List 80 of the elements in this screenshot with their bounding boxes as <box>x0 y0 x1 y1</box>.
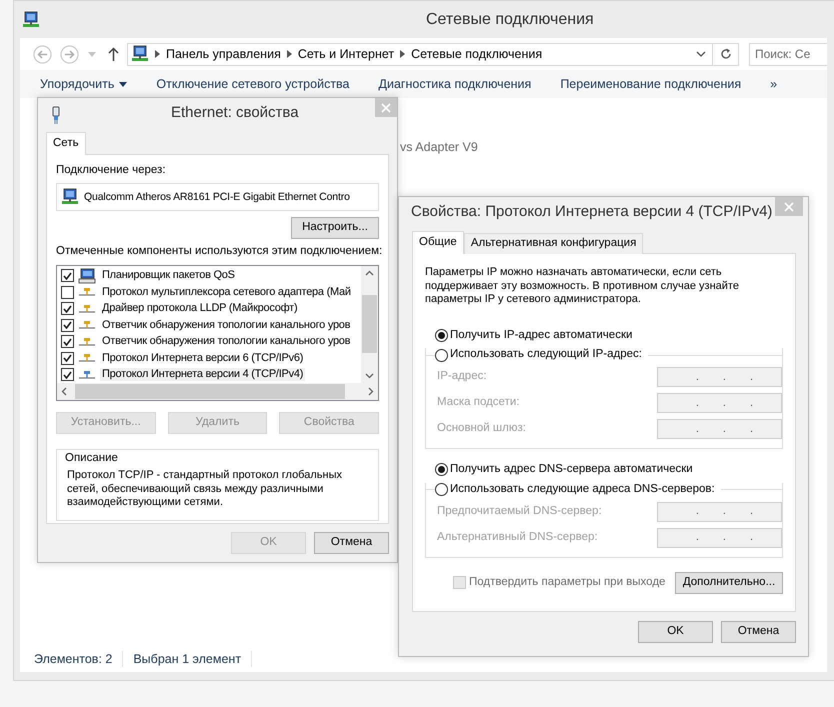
radio-label[interactable]: Получить IP-адрес автоматически <box>450 328 632 342</box>
toolbar-button[interactable]: Отключение сетевого устройства <box>156 76 350 92</box>
field-label: Предпочитаемый DNS-сервер: <box>437 504 603 519</box>
tab[interactable]: Сеть <box>46 132 86 155</box>
search-field[interactable]: Поиск: Се <box>749 42 827 66</box>
window-title: Сетевые подключения <box>426 10 594 30</box>
component-item[interactable]: Ответчик обнаружения топологии канального уров <box>100 318 352 332</box>
breadcrumb[interactable]: Сетевые подключения <box>411 46 542 62</box>
dialog-title: Ethernet: свойства <box>171 104 299 122</box>
forward-icon <box>60 44 79 64</box>
network-folder-icon <box>131 45 149 63</box>
component-item[interactable]: Драйвер протокола LLDP (Майкрософт) <box>100 302 300 316</box>
dialog-button[interactable]: Отмена <box>721 621 796 643</box>
check-icon <box>63 272 72 280</box>
network-folder-icon <box>22 10 40 28</box>
field-label: Альтернативный DNS-сервер: <box>437 530 599 545</box>
intro-text: Параметры IP можно назначать автоматически, если сеть поддерживает эту возможность. В противном случае узнайте параметры IP у сетевого администратора. <box>425 266 740 306</box>
field-label: Подключение через: <box>56 164 167 178</box>
checkbox[interactable] <box>61 302 74 316</box>
plug-icon <box>51 106 61 124</box>
scroll-left-icon <box>61 386 67 396</box>
up-arrow-icon[interactable] <box>108 47 119 61</box>
caret-icon <box>119 82 128 86</box>
dialog-button[interactable]: Настроить... <box>291 216 379 239</box>
computer-icon <box>78 268 96 284</box>
tab[interactable]: Общие <box>412 231 464 254</box>
refresh-icon <box>720 48 732 60</box>
component-item[interactable]: Протокол мультиплексора сетевого адаптера (Май <box>100 286 353 299</box>
radio-label[interactable]: Использовать следующий IP-адрес: <box>450 348 642 362</box>
item-label[interactable]: vs Adapter V9 <box>400 140 478 154</box>
component-item[interactable]: Протокол Интернета версии 6 (TCP/IPv6) <box>100 352 306 365</box>
checkbox[interactable] <box>61 335 74 348</box>
checkbox[interactable] <box>61 318 74 332</box>
status-text: Выбран 1 элемент <box>133 652 242 666</box>
dialog-title: Свойства: Протокол Интернета версии 4 (TCP/IPv4) <box>411 203 772 221</box>
dialog-button[interactable]: Отмена <box>314 532 389 554</box>
radio-label[interactable]: Использовать следующие адреса DNS-серверов: <box>450 482 715 497</box>
vertical-scrollbar[interactable] <box>361 266 378 384</box>
breadcrumb[interactable]: Сеть и Интернет <box>298 46 394 62</box>
breadcrumb[interactable]: Панель управления <box>166 46 281 62</box>
component-item[interactable]: Планировщик пакетов QoS <box>100 269 237 282</box>
scroll-right-icon <box>368 386 374 396</box>
address-bar[interactable]: Панель управления Сеть и Интернет Сетевые подключения <box>127 42 714 66</box>
scroll-down-icon <box>365 373 374 380</box>
advanced-button[interactable]: Дополнительно... <box>675 572 783 594</box>
close-icon <box>381 102 391 112</box>
tab[interactable]: Альтернативная конфигурация <box>464 233 644 254</box>
radio-button[interactable] <box>435 348 448 362</box>
close-icon <box>784 202 794 212</box>
radio-button[interactable] <box>435 328 448 342</box>
component-item[interactable]: Протокол Интернета версии 4 (TCP/IPv4) <box>100 368 306 382</box>
chevron-icon <box>155 50 160 58</box>
field-label: IP-адрес: <box>437 370 488 384</box>
checkbox[interactable] <box>61 269 74 282</box>
horizontal-scrollbar[interactable] <box>57 383 378 400</box>
network-adapter-icon <box>61 188 79 206</box>
adapter-name: Qualcomm Atheros AR8161 PCI-E Gigabit Ethernet Contro <box>84 190 350 204</box>
radio-label[interactable]: Получить адрес DNS-сервера автоматически <box>450 463 693 477</box>
chevron-icon <box>400 50 406 58</box>
dropdown-icon[interactable] <box>696 51 706 57</box>
toolbar-button[interactable]: » <box>770 76 778 92</box>
status-text: Элементов: 2 <box>34 652 112 666</box>
dialog-button[interactable]: OK <box>638 621 713 643</box>
checkbox[interactable] <box>61 352 74 365</box>
refresh-button[interactable] <box>713 42 739 66</box>
field-label: Основной шлюз: <box>437 422 527 436</box>
toolbar-button[interactable]: Переименование подключения <box>560 76 742 92</box>
field-label: Маска подсети: <box>437 396 520 410</box>
radio-button[interactable] <box>435 463 448 476</box>
toolbar-button[interactable]: Упорядочить <box>40 76 128 92</box>
component-item[interactable]: Ответчик обнаружения топологии канального уров <box>100 335 352 348</box>
chevron-icon <box>286 50 292 58</box>
description-text: Протокол TCP/IP - стандартный протокол глобальных сетей, обеспечивающий связь между различными взаимодействующими сетями. <box>67 469 343 510</box>
checkbox[interactable] <box>61 368 74 382</box>
field-label: Отмеченные компоненты используются этим подключением: <box>56 244 379 259</box>
scroll-up-icon <box>365 270 374 276</box>
back-icon <box>33 44 52 64</box>
radio-button[interactable] <box>435 483 448 496</box>
toolbar-button[interactable]: Диагностика подключения <box>378 76 532 92</box>
checkbox[interactable] <box>61 286 74 299</box>
